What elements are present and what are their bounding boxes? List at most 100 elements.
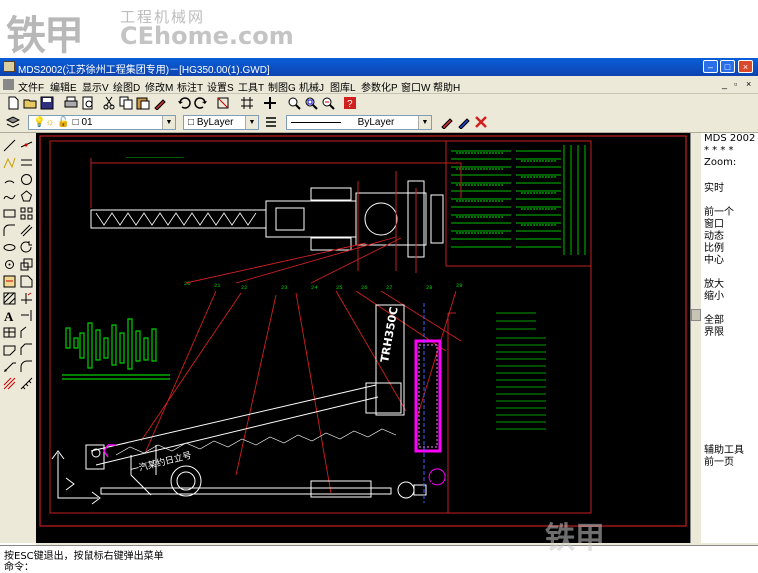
zoom-out-item[interactable]: 缩小 bbox=[704, 287, 724, 302]
watermark-overlay: 铁甲 bbox=[545, 521, 605, 556]
layer-delete-icon[interactable] bbox=[474, 115, 488, 129]
cut-icon[interactable] bbox=[102, 96, 116, 110]
object-snap-icon[interactable] bbox=[216, 96, 230, 110]
document-menu-icon[interactable] bbox=[3, 79, 14, 90]
mdi-minimize-button[interactable]: _ bbox=[722, 79, 727, 89]
layer-manager-icon[interactable] bbox=[6, 115, 20, 129]
menu-drafting[interactable]: 制图G bbox=[268, 79, 296, 94]
layer-select[interactable]: 💡☼ 🔓 □ 01 ▼ bbox=[28, 115, 176, 130]
undo-icon[interactable] bbox=[177, 96, 191, 110]
prev-page-item[interactable]: 前一页 bbox=[704, 453, 734, 468]
menu-modify[interactable]: 修改M bbox=[145, 79, 173, 94]
zoom-realtime-item[interactable]: 实时 bbox=[704, 179, 724, 194]
save-icon[interactable] bbox=[40, 96, 54, 110]
new-file-icon[interactable] bbox=[6, 96, 20, 110]
menu-bar: 文件F 编辑E 显示V 绘图D 修改M 标注T 设置S 工具T 制图G 机械J … bbox=[0, 76, 758, 94]
menu-library[interactable]: 图库L bbox=[330, 79, 356, 94]
gradient-icon[interactable] bbox=[3, 377, 16, 390]
explode-icon[interactable] bbox=[20, 360, 33, 373]
hatch-icon[interactable] bbox=[3, 292, 16, 305]
rectangle-icon[interactable] bbox=[3, 207, 16, 220]
grid-snap-icon[interactable] bbox=[240, 96, 254, 110]
color-select[interactable]: □ ByLayer ▼ bbox=[183, 115, 259, 130]
menu-view[interactable]: 显示V bbox=[82, 79, 109, 94]
minimize-button[interactable]: – bbox=[703, 60, 718, 73]
menu-edit[interactable]: 编辑E bbox=[50, 79, 77, 94]
zoom-previous-icon[interactable] bbox=[321, 96, 335, 110]
open-file-icon[interactable] bbox=[23, 96, 37, 110]
layer-match-icon[interactable] bbox=[457, 115, 471, 129]
zoom-limits-item[interactable]: 界限 bbox=[704, 323, 724, 338]
menu-help[interactable]: 帮助H bbox=[433, 79, 460, 94]
block-icon[interactable] bbox=[3, 275, 16, 288]
leader-icon[interactable] bbox=[3, 360, 16, 373]
measure-icon[interactable] bbox=[20, 377, 33, 390]
offset-icon[interactable] bbox=[20, 224, 33, 237]
scrollbar-thumb[interactable] bbox=[691, 309, 701, 321]
menu-settings[interactable]: 设置S bbox=[207, 79, 234, 94]
linetype-select[interactable]: ByLayer ▼ bbox=[286, 115, 432, 130]
menu-dimension[interactable]: 标注T bbox=[177, 79, 203, 94]
redo-icon[interactable] bbox=[194, 96, 208, 110]
extend-icon[interactable] bbox=[20, 309, 33, 322]
polygon-icon[interactable] bbox=[20, 190, 33, 203]
zoom-window-icon[interactable] bbox=[304, 96, 318, 110]
print-icon[interactable] bbox=[64, 96, 78, 110]
table-icon[interactable] bbox=[3, 326, 16, 339]
screen-menu-stars[interactable]: * * * * bbox=[704, 145, 734, 156]
circle-icon[interactable] bbox=[20, 173, 33, 186]
rotate-icon[interactable] bbox=[20, 241, 33, 254]
menu-draw[interactable]: 绘图D bbox=[113, 79, 140, 94]
arc-icon[interactable] bbox=[3, 173, 16, 186]
vertical-scrollbar[interactable] bbox=[691, 133, 701, 543]
copy-icon[interactable] bbox=[119, 96, 133, 110]
draw-toolbar: A bbox=[0, 133, 36, 543]
point-icon[interactable] bbox=[3, 258, 16, 271]
chevron-down-icon[interactable]: ▼ bbox=[245, 116, 258, 129]
command-prompt[interactable]: 命令： bbox=[4, 558, 34, 573]
multiline-icon[interactable] bbox=[20, 156, 33, 169]
menu-tools[interactable]: 工具T bbox=[238, 79, 264, 94]
match-properties-icon[interactable] bbox=[153, 96, 167, 110]
zoom-realtime-icon[interactable] bbox=[287, 96, 301, 110]
construction-line-icon[interactable] bbox=[20, 139, 33, 152]
text-icon[interactable]: A bbox=[3, 309, 16, 322]
print-preview-icon[interactable] bbox=[81, 96, 95, 110]
menu-file[interactable]: 文件F bbox=[18, 79, 44, 94]
drawing-canvas[interactable]: ──────────────── 20 21 22 23 24 25 26 27… bbox=[36, 133, 690, 543]
fillet-icon[interactable] bbox=[3, 224, 16, 237]
stretch-icon[interactable] bbox=[20, 275, 33, 288]
menu-mechanical[interactable]: 机械J bbox=[299, 79, 324, 94]
help-icon[interactable]: ? bbox=[343, 96, 357, 110]
app-icon[interactable] bbox=[3, 61, 15, 72]
break-icon[interactable] bbox=[20, 326, 33, 339]
close-button[interactable]: × bbox=[738, 60, 753, 73]
trim-icon[interactable] bbox=[20, 292, 33, 305]
layer-name: 01 bbox=[81, 117, 93, 128]
svg-text:?: ? bbox=[347, 99, 353, 110]
zoom-center-item[interactable]: 中心 bbox=[704, 251, 724, 266]
chamfer-icon[interactable] bbox=[20, 343, 33, 356]
lineweight-icon[interactable] bbox=[264, 115, 278, 129]
boom-text: 一汽某约日立号 bbox=[129, 449, 193, 476]
menu-parametric[interactable]: 参数化P bbox=[361, 79, 398, 94]
ellipse-icon[interactable] bbox=[3, 241, 16, 254]
chevron-down-icon[interactable]: ▼ bbox=[162, 116, 175, 129]
command-line[interactable]: 按ESC键退出，按鼠标右键弹出菜单 命令： bbox=[0, 545, 758, 573]
array-icon[interactable] bbox=[20, 207, 33, 220]
pan-icon[interactable] bbox=[263, 96, 277, 110]
mdi-close-button[interactable]: × bbox=[746, 79, 751, 89]
dim-label: 23 bbox=[281, 284, 288, 291]
paste-icon[interactable] bbox=[136, 96, 150, 110]
spline-icon[interactable] bbox=[3, 190, 16, 203]
title-bar[interactable]: MDS2002(江苏徐州工程集团专用)－[HG350.00(1).GWD] – … bbox=[0, 58, 758, 76]
chevron-down-icon[interactable]: ▼ bbox=[418, 116, 431, 129]
mdi-restore-button[interactable]: ▫ bbox=[734, 79, 737, 89]
maximize-button[interactable]: □ bbox=[720, 60, 735, 73]
layer-properties-icon[interactable] bbox=[440, 115, 454, 129]
line-icon[interactable] bbox=[3, 139, 16, 152]
polyline-icon[interactable] bbox=[3, 156, 16, 169]
scale-icon[interactable] bbox=[20, 258, 33, 271]
menu-window[interactable]: 窗口W bbox=[401, 79, 430, 94]
wipeout-icon[interactable] bbox=[3, 343, 16, 356]
